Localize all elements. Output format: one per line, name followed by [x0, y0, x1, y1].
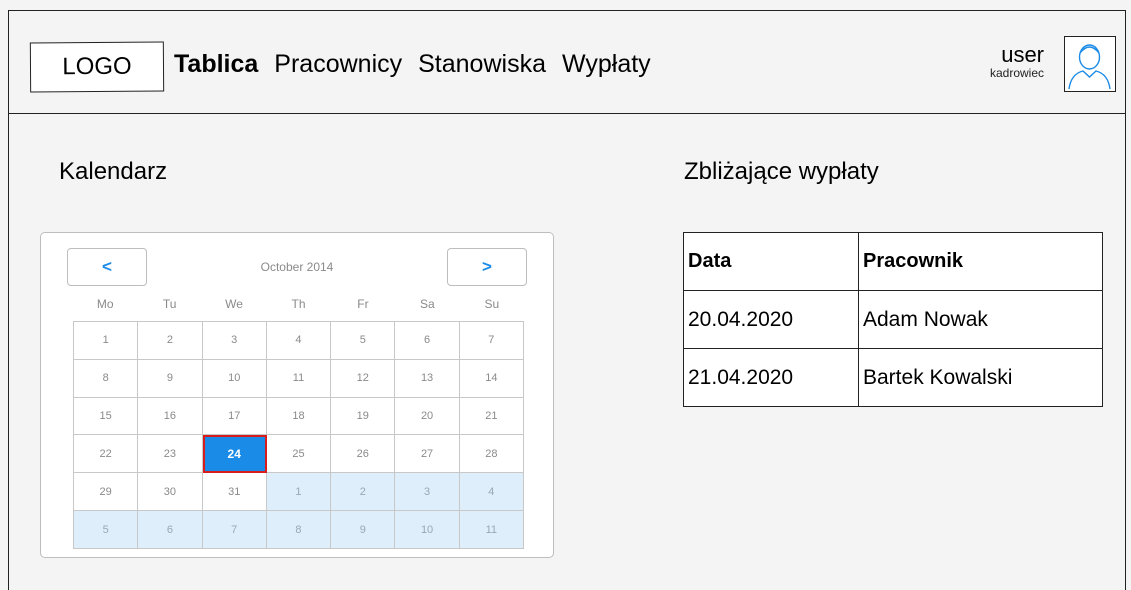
- calendar-day[interactable]: 4: [266, 322, 332, 360]
- calendar-day[interactable]: 12: [331, 359, 396, 398]
- calendar-day[interactable]: 25: [266, 435, 332, 474]
- calendar-day[interactable]: 7: [202, 511, 267, 549]
- cell-employee: Bartek Kowalski: [858, 348, 1103, 407]
- calendar-day[interactable]: 9: [331, 511, 396, 549]
- calendar-day[interactable]: 15: [74, 397, 139, 436]
- user-avatar-icon: [1068, 44, 1111, 90]
- nav-pracownicy[interactable]: Pracownicy: [274, 50, 402, 79]
- avatar[interactable]: [1064, 36, 1116, 92]
- calendar-day[interactable]: 11: [459, 511, 524, 549]
- next-month-button[interactable]: >: [447, 248, 527, 286]
- calendar-day[interactable]: 30: [138, 473, 203, 512]
- top-header: LOGO Tablica Pracownicy Stanowiska Wypła…: [8, 10, 1126, 114]
- nav-tablica[interactable]: Tablica: [174, 50, 258, 79]
- weekday-label: Fr: [357, 297, 369, 311]
- weekday-label: Mo: [96, 297, 114, 311]
- column-header-data: Data: [683, 232, 859, 291]
- calendar-day[interactable]: 3: [202, 322, 267, 360]
- weekday-label: We: [225, 297, 243, 311]
- calendar-day[interactable]: 31: [202, 473, 267, 512]
- calendar-day[interactable]: 11: [266, 359, 332, 398]
- calendar-title: Kalendarz: [59, 158, 168, 185]
- user-name: user: [1001, 42, 1044, 67]
- table-row[interactable]: 20.04.2020 Adam Nowak: [683, 290, 1103, 349]
- table-row[interactable]: 21.04.2020 Bartek Kowalski: [683, 348, 1103, 407]
- weekday-label: Sa: [420, 297, 435, 311]
- weekday-label: Tu: [162, 297, 177, 311]
- nav-wyplaty[interactable]: Wypłaty: [562, 50, 651, 79]
- calendar-day[interactable]: 3: [395, 473, 460, 512]
- calendar-day[interactable]: 13: [395, 359, 460, 398]
- calendar-day[interactable]: 19: [331, 397, 396, 436]
- calendar-day[interactable]: 5: [74, 511, 139, 549]
- calendar-day[interactable]: 26: [331, 435, 396, 474]
- main-nav: Tablica Pracownicy Stanowiska Wypłaty: [174, 50, 651, 79]
- weekday-header: Mo Tu We Th Fr Sa Su: [73, 297, 524, 311]
- calendar-day[interactable]: 8: [266, 511, 332, 549]
- calendar-day[interactable]: 9: [138, 359, 203, 398]
- cell-date: 20.04.2020: [683, 290, 859, 349]
- weekday-label: Th: [291, 297, 306, 311]
- calendar-day[interactable]: 2: [331, 473, 396, 512]
- calendar-day[interactable]: 24: [202, 435, 267, 474]
- calendar-day[interactable]: 10: [202, 359, 267, 398]
- table-header-row: Data Pracownik: [683, 232, 1103, 291]
- calendar-day[interactable]: 29: [74, 473, 139, 512]
- calendar-day[interactable]: 1: [266, 473, 332, 512]
- calendar-day[interactable]: 6: [138, 511, 203, 549]
- calendar-day[interactable]: 22: [74, 435, 139, 474]
- calendar-day[interactable]: 21: [459, 397, 524, 436]
- cell-employee: Adam Nowak: [858, 290, 1103, 349]
- calendar-day[interactable]: 28: [459, 435, 524, 474]
- weekday-label: Su: [484, 297, 500, 311]
- calendar-day[interactable]: 20: [395, 397, 460, 436]
- calendar-day[interactable]: 14: [459, 359, 524, 398]
- calendar-day[interactable]: 17: [202, 397, 267, 436]
- calendar-widget: < October 2014 > Mo Tu We Th Fr Sa Su 12345678…: [40, 232, 554, 558]
- calendar-day[interactable]: 18: [266, 397, 332, 436]
- calendar-day[interactable]: 2: [138, 322, 203, 360]
- calendar-day[interactable]: 6: [395, 322, 460, 360]
- calendar-day[interactable]: 23: [138, 435, 203, 474]
- calendar-day[interactable]: 1: [74, 322, 139, 360]
- user-role: kadrowiec: [989, 66, 1044, 80]
- calendar-grid: 1 2 3 4 5 6 7 8 9 10 11 12 13 14 15 16 17 18 19 20 21 22 23 24 2…: [73, 321, 524, 549]
- calendar-day[interactable]: 10: [395, 511, 460, 549]
- calendar-day[interactable]: 27: [395, 435, 460, 474]
- user-info[interactable]: user kadrowiec: [989, 42, 1044, 81]
- calendar-day[interactable]: 7: [459, 322, 524, 360]
- nav-stanowiska[interactable]: Stanowiska: [418, 50, 546, 79]
- payouts-title: Zbliżające wypłaty: [684, 158, 879, 185]
- calendar-day[interactable]: 8: [74, 359, 139, 398]
- calendar-day[interactable]: 16: [138, 397, 203, 436]
- column-header-pracownik: Pracownik: [858, 232, 1103, 291]
- calendar-day[interactable]: 5: [331, 322, 396, 360]
- calendar-day[interactable]: 4: [459, 473, 524, 512]
- payouts-table: Data Pracownik 20.04.2020 Adam Nowak 21.…: [683, 232, 1103, 407]
- cell-date: 21.04.2020: [683, 348, 859, 407]
- logo[interactable]: LOGO: [29, 41, 165, 93]
